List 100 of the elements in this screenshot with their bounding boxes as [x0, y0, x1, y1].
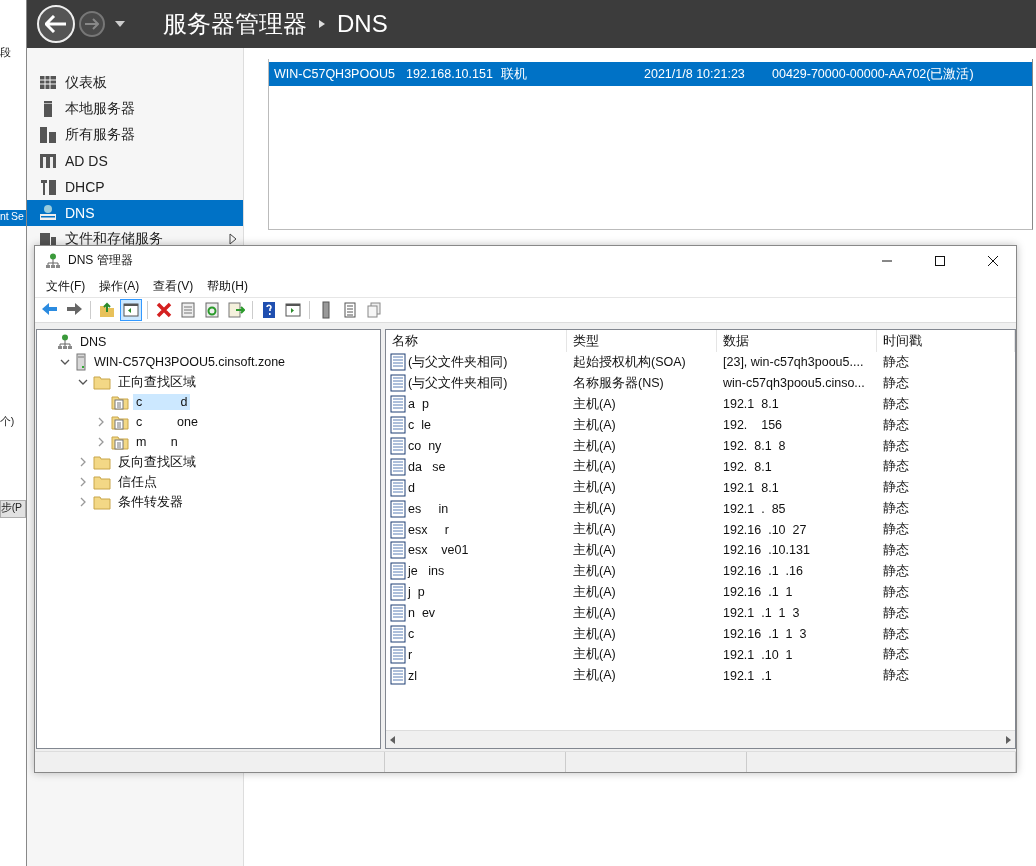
table-cell-text: 192.16 .1 .16: [722, 564, 804, 579]
table-cell: esx ve01: [408, 543, 469, 558]
record-icon: [390, 625, 406, 643]
folder-icon: [93, 454, 111, 470]
table-cell-text: 192.16 .10.131: [722, 543, 811, 558]
record-icon: [390, 499, 406, 518]
table-cell: zl: [408, 668, 418, 683]
table-cell-text: 静态: [882, 625, 910, 643]
export-icon: [227, 301, 245, 319]
table-cell: (与父文件夹相同): [408, 374, 508, 392]
menu-item[interactable]: 帮助(H): [200, 277, 255, 295]
table-cell-text: 192.1 .10 1: [722, 647, 794, 662]
clipped-text: 个): [0, 415, 15, 429]
clipped-text: nt Se: [0, 210, 24, 222]
table-cell-text: 主机(A): [572, 479, 617, 497]
sidebar-item[interactable]: 仪表板: [27, 70, 243, 96]
tree-item[interactable]: m n: [133, 434, 181, 450]
table-cell-text: 192.1 8.1: [722, 397, 780, 412]
table-cell-text: 静态: [882, 562, 910, 580]
table-cell-text: 主机(A): [572, 646, 617, 664]
record-icon: [390, 645, 406, 664]
table-cell-text: 静态: [882, 604, 910, 622]
table-cell-text: 主机(A): [572, 667, 617, 685]
zone-icon: [111, 394, 129, 410]
window-title: DNS 管理器: [68, 252, 134, 269]
record-icon: [390, 562, 406, 581]
record-icon: [390, 520, 406, 539]
tree-item[interactable]: WIN-C57QH3POOU5.cinsoft.zone: [91, 354, 289, 370]
scroll-right-icon: [1004, 735, 1012, 744]
network-icon: [45, 252, 61, 269]
table-cell-text: 192.16 .10 27: [722, 522, 808, 537]
horizontal-scrollbar[interactable]: [386, 730, 1015, 748]
tree-item[interactable]: 反向查找区域: [115, 452, 199, 472]
column-header[interactable]: 类型: [567, 330, 717, 352]
dropdown-caret-icon[interactable]: [115, 21, 125, 27]
column-header[interactable]: 时间戳: [877, 330, 1015, 352]
tree-item[interactable]: c one: [133, 414, 201, 430]
table-cell-text: 联机: [501, 65, 528, 83]
table-cell-text: 主机(A): [572, 458, 617, 476]
table-cell-text: 主机(A): [572, 521, 617, 539]
sidebar-item[interactable]: DHCP: [27, 174, 243, 200]
table-cell-text: 静态: [882, 583, 910, 601]
table-cell-text: 192. 156: [722, 418, 784, 433]
table-cell-text: 静态: [882, 500, 910, 518]
breadcrumb-arrow-icon: [319, 20, 325, 28]
record-icon: [390, 374, 406, 393]
table-cell: d: [408, 480, 415, 495]
table-cell-text: 主机(A): [572, 583, 617, 601]
back-button[interactable]: [37, 5, 75, 43]
table-cell: es in: [408, 501, 449, 516]
forward-button[interactable]: [79, 11, 105, 37]
table-cell-text: 静态: [882, 374, 910, 392]
sidebar-item[interactable]: DNS: [27, 200, 243, 226]
tree-item[interactable]: c d: [133, 394, 191, 410]
column-header[interactable]: 名称: [386, 330, 567, 352]
record-icon: [390, 541, 406, 560]
table-cell-text: 主机(A): [572, 625, 617, 643]
server-row[interactable]: WIN-C57QH3POOU5 192.168.10.151 联机 2021/1/8 10:21:23 00429-70000-00000-AA702(已激活): [269, 62, 1032, 86]
right-arrow-icon: [85, 18, 99, 30]
tree-item[interactable]: 正向查找区域: [115, 372, 199, 392]
sidebar-item[interactable]: AD DS: [27, 148, 243, 174]
table-cell: (与父文件夹相同): [408, 353, 508, 371]
tree-item[interactable]: DNS: [77, 334, 110, 350]
table-cell-text: 静态: [882, 646, 910, 664]
sidebar-item[interactable]: 本地服务器: [27, 96, 243, 122]
grid-icon: [39, 74, 57, 92]
table-cell-text: 静态: [882, 416, 910, 434]
server-icon: [39, 126, 57, 144]
table-cell-text: 192.1 8.1: [722, 480, 780, 495]
table-cell-text: 主机(A): [572, 562, 617, 580]
table-cell-text: 名称服务器(NS): [572, 374, 665, 392]
column-header[interactable]: 数据: [717, 330, 877, 352]
menu-item[interactable]: 操作(A): [92, 277, 147, 295]
toolbar-button[interactable]: [120, 299, 142, 321]
toolbar-button[interactable]: [225, 299, 247, 321]
table-cell-text: 192.1 .1 1 3: [722, 606, 801, 621]
table-cell-text: 静态: [882, 667, 910, 685]
menu-item[interactable]: 查看(V): [146, 277, 201, 295]
table-cell: c le: [408, 418, 431, 433]
record-icon: [390, 457, 406, 476]
server-icon: [39, 178, 57, 196]
menu-item[interactable]: 文件(F): [39, 277, 93, 295]
table-cell: n ev: [408, 606, 436, 621]
tree-item[interactable]: 信任点: [115, 472, 160, 492]
window-icon: [284, 301, 302, 319]
server-icon: [39, 152, 57, 170]
table-cell-text: 主机(A): [572, 437, 617, 455]
record-icon: [390, 604, 406, 623]
table-cell-text: 静态: [882, 437, 910, 455]
close-icon: [988, 255, 998, 266]
folder-icon: [93, 374, 111, 390]
table-cell: r: [408, 647, 413, 662]
tree-item[interactable]: 条件转发器: [115, 492, 186, 512]
table-cell-text: 192. 8.1: [722, 459, 773, 474]
folder-icon: [93, 494, 111, 510]
table-cell-text: 起始授权机构(SOA): [572, 353, 687, 371]
network-icon: [57, 334, 73, 350]
table-cell-text: 00429-70000-00000-AA702(已激活): [772, 65, 975, 83]
table-cell-text: 静态: [882, 395, 910, 413]
sidebar-item[interactable]: 所有服务器: [27, 122, 243, 148]
